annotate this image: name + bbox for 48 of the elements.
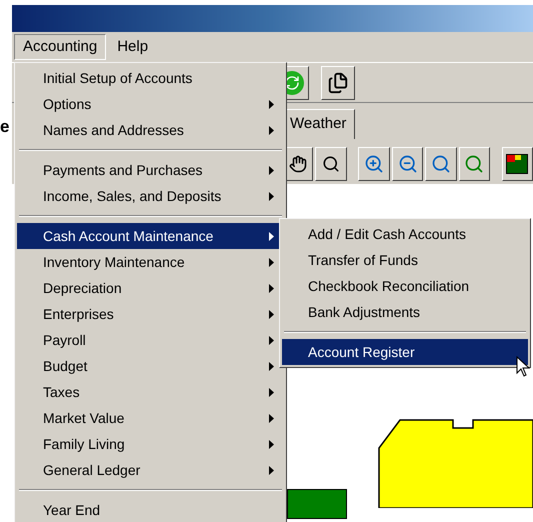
menu-item[interactable]: Year End [17,497,284,522]
zoom-in-button[interactable] [358,147,390,181]
submenu-arrow-icon [269,192,274,200]
menu-bar-item[interactable]: Help [108,34,158,60]
menu-item[interactable]: Income, Sales, and Deposits [17,183,284,209]
menu-item[interactable]: Bank Adjustments [282,299,528,325]
zoom-map-button[interactable] [458,147,490,181]
magnifier-icon [430,154,451,174]
menu-item[interactable]: Taxes [17,379,284,405]
zoom-out-icon [398,154,418,174]
hand-icon [288,155,307,173]
submenu-arrow-icon [269,284,274,292]
submenu-arrow-icon [269,388,274,396]
menu-item[interactable]: Checkbook Reconciliation [282,273,528,299]
search-button[interactable] [315,147,347,181]
menu-item[interactable]: Family Living [17,431,284,457]
map-layer-button[interactable] [502,147,533,181]
zoom-out-button[interactable] [392,147,424,181]
map-legend-icon [506,154,528,174]
menu-item[interactable]: Transfer of Funds [282,247,528,273]
menu-item[interactable]: Account Register [282,339,528,365]
search-icon [322,155,340,173]
menu-item[interactable]: Add / Edit Cash Accounts [282,221,528,247]
submenu-arrow-icon [269,414,274,422]
submenu-arrow-icon [269,232,274,240]
submenu-arrow-icon [269,100,274,108]
menu-item[interactable]: General Ledger [17,457,284,483]
menu-item[interactable]: Initial Setup of Accounts [17,65,284,91]
documents-icon [327,72,349,94]
partial-label: e [0,118,10,135]
menu-item[interactable]: Options [17,91,284,117]
menu-item[interactable]: Names and Addresses [17,117,284,143]
map-region [287,489,347,519]
menu-item[interactable]: Market Value [17,405,284,431]
submenu-arrow-icon [269,126,274,134]
menu-bar-item[interactable]: Accounting [14,34,106,60]
submenu-arrow-icon [269,466,274,474]
documents-button[interactable] [321,66,355,100]
submenu-arrow-icon [269,362,274,370]
menu-item[interactable]: Payments and Purchases [17,157,284,183]
submenu-arrow-icon [269,166,274,174]
zoom-in-icon [364,154,384,174]
submenu-arrow-icon [269,336,274,344]
magnifier-icon [464,154,484,174]
submenu-arrow-icon [269,258,274,266]
submenu-arrow-icon [269,310,274,318]
submenu-arrow-icon [269,440,274,448]
zoom-page-button[interactable] [425,147,457,181]
